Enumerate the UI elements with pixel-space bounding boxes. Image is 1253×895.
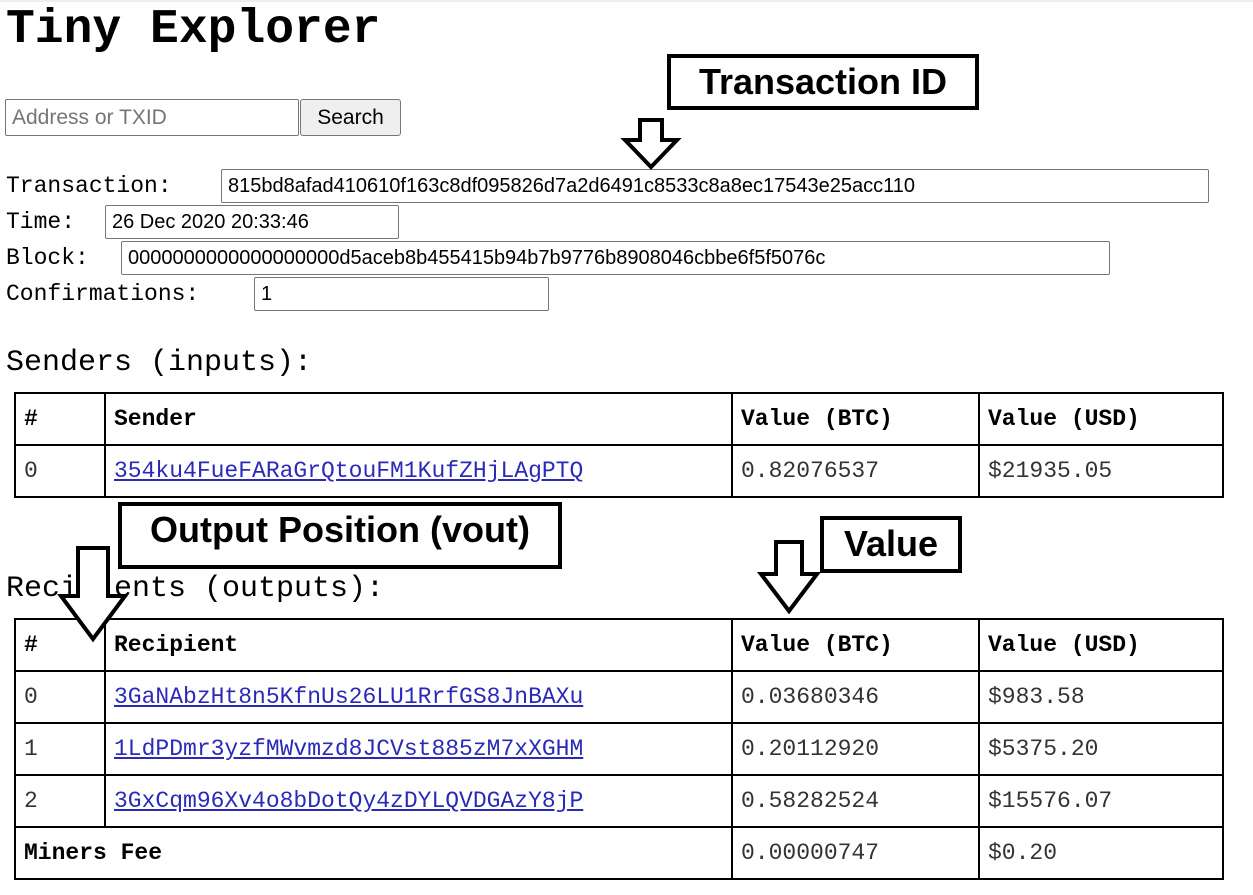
down-arrow-icon	[756, 540, 822, 615]
column-header-sender: Sender	[104, 392, 733, 446]
senders-table: # Sender Value (BTC) Value (USD) 0 354ku…	[14, 392, 1224, 498]
senders-heading: Senders (inputs):	[6, 346, 313, 380]
transaction-label: Transaction:	[6, 173, 172, 199]
value-callout: Value	[820, 516, 962, 573]
value-usd: $5375.20	[978, 722, 1224, 776]
recipient-address-cell: 3GxCqm96Xv4o8bDotQy4zDYLQVDGAzY8jP	[104, 774, 733, 828]
value-usd: $983.58	[978, 670, 1224, 724]
sender-address-cell: 354ku4FueFARaGrQtouFM1KufZHjLAgPTQ	[104, 444, 733, 498]
recipients-table: # Recipient Value (BTC) Value (USD) 0 3G…	[14, 618, 1224, 880]
value-usd: $0.20	[978, 826, 1224, 880]
block-hash-field[interactable]	[121, 241, 1110, 275]
down-arrow-icon	[620, 118, 682, 170]
down-arrow-icon	[57, 546, 129, 643]
value-btc: 0.03680346	[731, 670, 980, 724]
table-row: 1 1LdPDmr3yzfMWvmzd8JCVst885zM7xXGHM 0.2…	[14, 722, 1224, 776]
miners-fee-row: Miners Fee 0.00000747 $0.20	[14, 826, 1224, 880]
column-header-value-usd: Value (USD)	[978, 618, 1224, 672]
value-btc: 0.82076537	[731, 444, 980, 498]
value-btc: 0.00000747	[731, 826, 980, 880]
table-row: 0 3GaNAbzHt8n5KfnUs26LU1RrfGS8JnBAXu 0.0…	[14, 670, 1224, 724]
time-field[interactable]	[105, 205, 399, 239]
table-row: 2 3GxCqm96Xv4o8bDotQy4zDYLQVDGAzY8jP 0.5…	[14, 774, 1224, 828]
table-row: 0 354ku4FueFARaGrQtouFM1KufZHjLAgPTQ 0.8…	[14, 444, 1224, 498]
column-header-value-usd: Value (USD)	[978, 392, 1224, 446]
search-input[interactable]	[5, 99, 299, 136]
block-label: Block:	[6, 245, 89, 271]
row-index: 0	[14, 444, 106, 498]
column-header-recipient: Recipient	[104, 618, 733, 672]
recipient-address-link[interactable]: 1LdPDmr3yzfMWvmzd8JCVst885zM7xXGHM	[114, 736, 583, 762]
confirmations-label: Confirmations:	[6, 281, 200, 307]
row-index: 1	[14, 722, 106, 776]
confirmations-field[interactable]	[254, 277, 549, 311]
column-header-value-btc: Value (BTC)	[731, 618, 980, 672]
recipients-header-row: # Recipient Value (BTC) Value (USD)	[14, 618, 1224, 672]
app-title: Tiny Explorer	[6, 3, 381, 57]
column-header-index: #	[14, 392, 106, 446]
column-header-value-btc: Value (BTC)	[731, 392, 980, 446]
value-usd: $21935.05	[978, 444, 1224, 498]
senders-header-row: # Sender Value (BTC) Value (USD)	[14, 392, 1224, 446]
output-position-callout: Output Position (vout)	[118, 502, 562, 569]
row-index: 0	[14, 670, 106, 724]
time-label: Time:	[6, 209, 76, 235]
recipient-address-link[interactable]: 3GaNAbzHt8n5KfnUs26LU1RrfGS8JnBAXu	[114, 684, 583, 710]
transaction-id-field[interactable]	[221, 169, 1209, 203]
miners-fee-label: Miners Fee	[14, 826, 733, 880]
row-index: 2	[14, 774, 106, 828]
transaction-id-callout: Transaction ID	[667, 54, 979, 110]
recipient-address-cell: 1LdPDmr3yzfMWvmzd8JCVst885zM7xXGHM	[104, 722, 733, 776]
value-btc: 0.20112920	[731, 722, 980, 776]
recipient-address-cell: 3GaNAbzHt8n5KfnUs26LU1RrfGS8JnBAXu	[104, 670, 733, 724]
value-usd: $15576.07	[978, 774, 1224, 828]
recipient-address-link[interactable]: 3GxCqm96Xv4o8bDotQy4zDYLQVDGAzY8jP	[114, 788, 583, 814]
search-button[interactable]: Search	[300, 99, 401, 136]
value-btc: 0.58282524	[731, 774, 980, 828]
sender-address-link[interactable]: 354ku4FueFARaGrQtouFM1KufZHjLAgPTQ	[114, 458, 583, 484]
